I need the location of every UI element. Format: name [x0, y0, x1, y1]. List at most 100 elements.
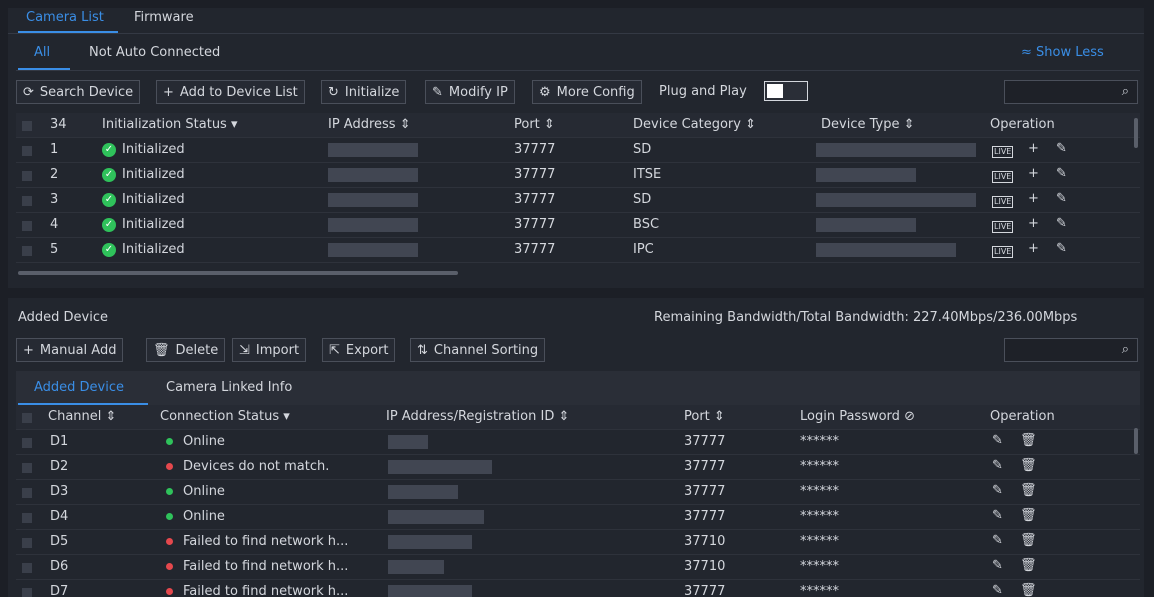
- col-port[interactable]: Port ⇕: [684, 409, 725, 424]
- edit-icon[interactable]: ✎: [992, 458, 1003, 473]
- table-row[interactable]: 2 ✓ Initialized 37777 ITSE LIVE + ✎: [16, 163, 1140, 188]
- row-checkbox[interactable]: [22, 463, 32, 473]
- tab-camera-linked-info[interactable]: Camera Linked Info: [166, 380, 292, 395]
- toggle-knob: [767, 84, 783, 98]
- vertical-scrollbar[interactable]: [1134, 118, 1138, 148]
- live-icon[interactable]: LIVE: [992, 246, 1014, 258]
- plus-icon[interactable]: +: [1028, 191, 1039, 206]
- row-checkbox[interactable]: [22, 146, 32, 156]
- row-checkbox[interactable]: [22, 221, 32, 231]
- connection-status-label: Failed to find network h...: [183, 534, 349, 549]
- table-row[interactable]: D7 Failed to find network h... 37777 ***…: [16, 580, 1140, 597]
- show-less-button[interactable]: ≈ Show Less: [1021, 45, 1104, 60]
- horizontal-scrollbar[interactable]: [18, 271, 458, 275]
- table-row[interactable]: 1 ✓ Initialized 37777 SD LIVE + ✎: [16, 138, 1140, 163]
- edit-icon[interactable]: ✎: [992, 558, 1003, 573]
- manual-add-button[interactable]: + Manual Add: [16, 338, 124, 362]
- col-channel[interactable]: Channel ⇕: [48, 409, 116, 424]
- table-row[interactable]: D1 Online 37777 ****** ✎ 🗑: [16, 430, 1140, 455]
- delete-icon[interactable]: 🗑: [1020, 433, 1037, 448]
- live-icon[interactable]: LIVE: [992, 196, 1014, 208]
- more-config-button[interactable]: ⚙ More Config: [532, 80, 642, 104]
- plus-icon[interactable]: +: [1028, 241, 1039, 256]
- table-row[interactable]: 3 ✓ Initialized 37777 SD LIVE + ✎: [16, 188, 1140, 213]
- edit-icon[interactable]: ✎: [992, 583, 1003, 597]
- delete-icon[interactable]: 🗑: [1020, 533, 1037, 548]
- tab-added-device[interactable]: Added Device: [34, 380, 124, 395]
- category-value: ITSE: [633, 167, 662, 182]
- col-initialization-status[interactable]: Initialization Status ▾: [102, 117, 238, 132]
- live-icon[interactable]: LIVE: [992, 146, 1014, 158]
- row-checkbox[interactable]: [22, 588, 32, 597]
- count-label: 34: [50, 117, 67, 132]
- import-button[interactable]: ⇲ Import: [232, 338, 307, 362]
- edit-icon[interactable]: ✎: [1056, 216, 1067, 231]
- col-ip-address[interactable]: IP Address ⇕: [328, 117, 411, 132]
- col-login-password[interactable]: Login Password ⊘: [800, 409, 915, 424]
- plus-icon[interactable]: +: [1028, 166, 1039, 181]
- search-device-button[interactable]: ⟳ Search Device: [16, 80, 141, 104]
- connection-status-label: Failed to find network h...: [183, 584, 349, 597]
- subtab-not-auto-connected[interactable]: Not Auto Connected: [89, 45, 220, 60]
- edit-icon[interactable]: ✎: [992, 508, 1003, 523]
- plug-and-play-toggle[interactable]: [764, 81, 808, 101]
- row-checkbox[interactable]: [22, 538, 32, 548]
- delete-icon[interactable]: 🗑: [1020, 483, 1037, 498]
- edit-icon[interactable]: ✎: [992, 433, 1003, 448]
- delete-icon[interactable]: 🗑: [1020, 583, 1037, 597]
- delete-icon[interactable]: 🗑: [1020, 458, 1037, 473]
- edit-icon[interactable]: ✎: [1056, 166, 1067, 181]
- device-search-input[interactable]: ⌕: [1004, 80, 1138, 104]
- modify-ip-label: Modify IP: [448, 84, 508, 100]
- table-row[interactable]: D2 Devices do not match. 37777 ****** ✎ …: [16, 455, 1140, 480]
- row-checkbox[interactable]: [22, 513, 32, 523]
- port-value: 37710: [684, 559, 726, 574]
- table-row[interactable]: D5 Failed to find network h... 37710 ***…: [16, 530, 1140, 555]
- delete-button[interactable]: 🗑 Delete: [146, 338, 226, 362]
- table-row[interactable]: 5 ✓ Initialized 37777 IPC LIVE + ✎: [16, 238, 1140, 263]
- row-checkbox[interactable]: [22, 438, 32, 448]
- live-icon[interactable]: LIVE: [992, 171, 1014, 183]
- edit-icon[interactable]: ✎: [992, 483, 1003, 498]
- ip-address-redacted: [388, 585, 472, 597]
- channel-value: D1: [50, 434, 69, 449]
- col-device-type[interactable]: Device Type ⇕: [821, 117, 915, 132]
- col-port[interactable]: Port ⇕: [514, 117, 555, 132]
- edit-icon[interactable]: ✎: [992, 533, 1003, 548]
- category-value: BSC: [633, 217, 660, 232]
- added-device-search-input[interactable]: ⌕: [1004, 338, 1138, 362]
- modify-ip-button[interactable]: ✎ Modify IP: [425, 80, 515, 104]
- plus-icon[interactable]: +: [1028, 216, 1039, 231]
- row-checkbox[interactable]: [22, 171, 32, 181]
- initialize-button[interactable]: ↻ Initialize: [321, 80, 407, 104]
- vertical-scrollbar[interactable]: [1134, 428, 1138, 454]
- edit-icon[interactable]: ✎: [1056, 141, 1067, 156]
- port-value: 37777: [684, 484, 726, 499]
- col-device-category[interactable]: Device Category ⇕: [633, 117, 756, 132]
- port-value: 37777: [684, 509, 726, 524]
- add-to-device-list-button[interactable]: + Add to Device List: [156, 80, 305, 104]
- edit-icon[interactable]: ✎: [1056, 241, 1067, 256]
- tab-firmware[interactable]: Firmware: [134, 10, 194, 25]
- plus-icon[interactable]: +: [1028, 141, 1039, 156]
- live-icon[interactable]: LIVE: [992, 221, 1014, 233]
- subtab-all[interactable]: All: [34, 45, 50, 60]
- row-checkbox[interactable]: [22, 488, 32, 498]
- channel-sorting-button[interactable]: ⇅ Channel Sorting: [410, 338, 546, 362]
- col-ip-registration[interactable]: IP Address/Registration ID ⇕: [386, 409, 569, 424]
- export-button[interactable]: ⇱ Export: [322, 338, 396, 362]
- delete-icon[interactable]: 🗑: [1020, 508, 1037, 523]
- col-connection-status[interactable]: Connection Status ▾: [160, 409, 290, 424]
- row-checkbox[interactable]: [22, 246, 32, 256]
- tab-camera-list[interactable]: Camera List: [26, 10, 104, 25]
- edit-icon[interactable]: ✎: [1056, 191, 1067, 206]
- row-checkbox[interactable]: [22, 196, 32, 206]
- table-row[interactable]: D3 Online 37777 ****** ✎ 🗑: [16, 480, 1140, 505]
- delete-icon[interactable]: 🗑: [1020, 558, 1037, 573]
- row-checkbox[interactable]: [22, 563, 32, 573]
- table-row[interactable]: 4 ✓ Initialized 37777 BSC LIVE + ✎: [16, 213, 1140, 238]
- select-all-checkbox[interactable]: [22, 121, 32, 131]
- table-row[interactable]: D6 Failed to find network h... 37710 ***…: [16, 555, 1140, 580]
- select-all-checkbox[interactable]: [22, 413, 32, 423]
- table-row[interactable]: D4 Online 37777 ****** ✎ 🗑: [16, 505, 1140, 530]
